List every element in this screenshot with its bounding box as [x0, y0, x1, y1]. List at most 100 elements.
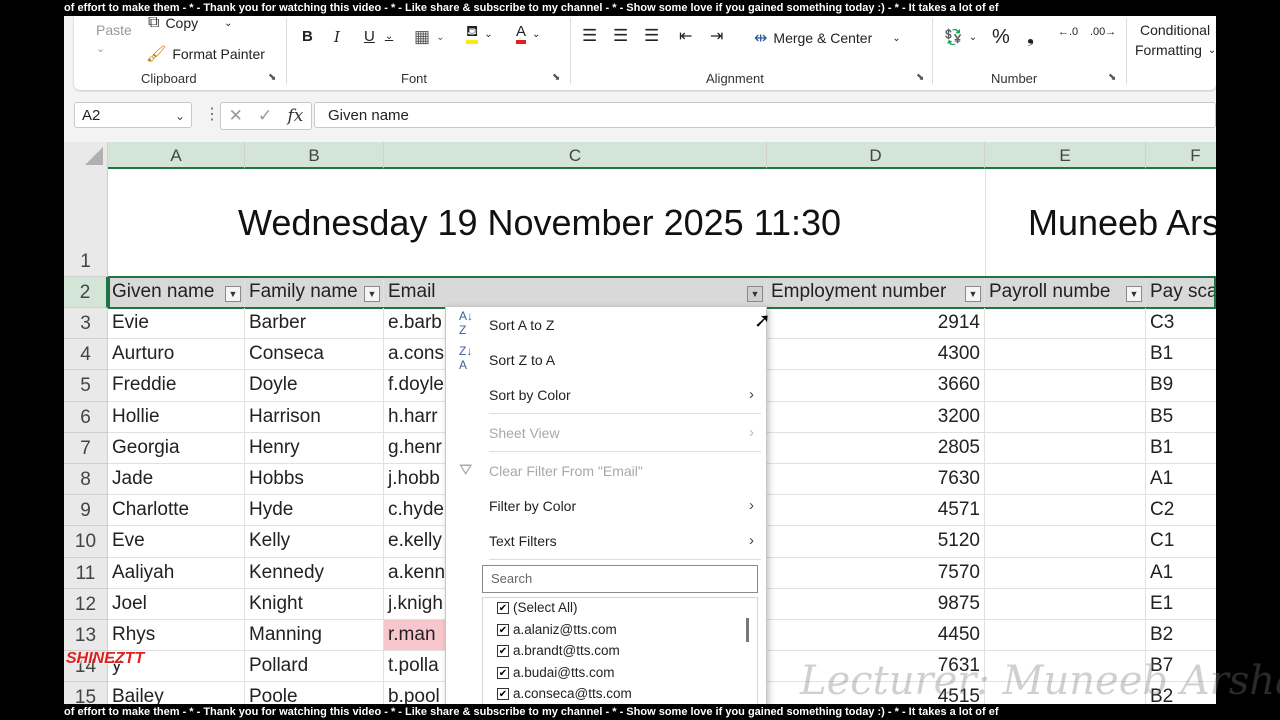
employment-number-cell[interactable]: 3660	[767, 370, 985, 402]
family-name-cell[interactable]: Kennedy	[245, 557, 384, 589]
align-center-button[interactable]: ☰	[613, 26, 628, 46]
underline-button[interactable]: U ⌄	[364, 28, 393, 45]
family-name-cell[interactable]: Conseca	[245, 339, 384, 371]
row-header[interactable]: 10	[64, 526, 108, 558]
family-name-cell[interactable]: Harrison	[245, 401, 384, 433]
paste-chevron-icon[interactable]: ⌄	[96, 42, 105, 55]
given-name-cell[interactable]: Georgia	[108, 432, 245, 464]
filter-dropdown-icon[interactable]: ▼	[364, 286, 380, 302]
employment-number-cell[interactable]: 9875	[767, 588, 985, 620]
column-header-b[interactable]: B	[245, 142, 384, 169]
column-header-c[interactable]: C	[384, 142, 767, 169]
pay-scale-cell[interactable]: C3	[1146, 308, 1216, 340]
conditional-formatting-label2[interactable]: Formatting ⌄	[1135, 42, 1216, 58]
number-launcher-icon[interactable]: ⬊	[1108, 72, 1116, 83]
payroll-number-cell[interactable]	[985, 588, 1146, 620]
employment-number-cell[interactable]: 4450	[767, 620, 985, 652]
given-name-cell[interactable]: Charlotte	[108, 495, 245, 527]
borders-button[interactable]: ▦ ⌄	[414, 27, 444, 47]
pay-scale-cell[interactable]: B5	[1146, 402, 1216, 433]
payroll-number-cell[interactable]	[985, 370, 1146, 402]
header-email[interactable]: Email	[384, 277, 767, 308]
filter-dropdown-icon[interactable]: ▼	[1126, 286, 1142, 302]
align-left-button[interactable]: ☰	[582, 26, 597, 46]
list-item[interactable]: ✔ a.budai@tts.com	[497, 663, 615, 683]
given-name-cell[interactable]: Aurturo	[108, 339, 245, 371]
pay-scale-cell[interactable]: B2	[1146, 620, 1216, 652]
employment-number-cell[interactable]: 7630	[767, 464, 985, 496]
payroll-number-cell[interactable]	[985, 557, 1146, 589]
column-header-f[interactable]: F	[1146, 142, 1216, 169]
pay-scale-cell[interactable]: C2	[1146, 495, 1216, 527]
column-header-e[interactable]: E	[985, 142, 1146, 169]
row-header[interactable]: 15	[64, 682, 108, 704]
pay-scale-cell[interactable]: A1	[1146, 558, 1216, 589]
merge-center-button[interactable]: ⇹ Merge & Center ⌄	[754, 28, 901, 48]
italic-button[interactable]: I	[334, 28, 340, 46]
header-employment-number[interactable]: Employment number	[767, 277, 985, 308]
checkbox-checked-icon[interactable]: ✔	[497, 667, 509, 679]
given-name-cell[interactable]: Evie	[108, 308, 245, 340]
pay-scale-cell[interactable]: B1	[1146, 339, 1216, 371]
pay-scale-cell[interactable]: B1	[1146, 433, 1216, 464]
row-header-2[interactable]: 2	[64, 277, 108, 308]
fill-color-button[interactable]: ⛾ ⌄	[466, 24, 493, 44]
row-header[interactable]: 6	[64, 401, 108, 433]
row-header[interactable]: 4	[64, 339, 108, 371]
pay-scale-cell[interactable]: A1	[1146, 464, 1216, 496]
bold-button[interactable]: B	[302, 28, 313, 45]
decrease-indent-button[interactable]: ⇤	[679, 26, 692, 46]
name-box[interactable]: A2 ⌄	[74, 102, 192, 128]
family-name-cell[interactable]: Henry	[245, 432, 384, 464]
conditional-formatting-button[interactable]: Conditional	[1140, 22, 1210, 38]
row-header[interactable]: 3	[64, 308, 108, 340]
employment-number-cell[interactable]: 3200	[767, 401, 985, 433]
family-name-cell[interactable]: Hyde	[245, 495, 384, 527]
employment-number-cell[interactable]: 4571	[767, 495, 985, 527]
increase-indent-button[interactable]: ⇥	[710, 26, 723, 46]
checkbox-checked-icon[interactable]: ✔	[497, 688, 509, 700]
payroll-number-cell[interactable]	[985, 401, 1146, 433]
filter-dropdown-icon[interactable]: ▼	[965, 286, 981, 302]
pay-scale-cell[interactable]: E1	[1146, 589, 1216, 620]
employment-number-cell[interactable]: 2805	[767, 432, 985, 464]
formula-input[interactable]: Given name	[314, 102, 1216, 128]
copy-button[interactable]: ⧉ Copy ⌄	[148, 16, 233, 32]
font-launcher-icon[interactable]: ⬊	[552, 72, 560, 83]
header-payroll-number[interactable]: Payroll numbe	[985, 277, 1146, 308]
employment-number-cell[interactable]: 5120	[767, 526, 985, 558]
comma-style-button[interactable]: ❟	[1027, 26, 1034, 47]
given-name-cell[interactable]: Joel	[108, 588, 245, 620]
paste-button[interactable]: Paste	[96, 22, 132, 38]
given-name-cell[interactable]: Jade	[108, 464, 245, 496]
row-header[interactable]: 11	[64, 557, 108, 589]
row-header[interactable]: 8	[64, 464, 108, 496]
decrease-decimal-button[interactable]: .00→	[1090, 26, 1116, 38]
employment-number-cell[interactable]: 2914	[767, 308, 985, 340]
family-name-cell[interactable]: Manning	[245, 620, 384, 652]
row-header[interactable]: 5	[64, 370, 108, 402]
format-painter-button[interactable]: 🖌 Format Painter	[146, 44, 265, 64]
row-header-1[interactable]: 1	[64, 169, 108, 277]
pay-scale-cell[interactable]: B9	[1146, 370, 1216, 402]
text-filters-item[interactable]: Text Filters ›	[446, 525, 764, 557]
filter-dropdown-icon[interactable]: ▼	[225, 286, 241, 302]
checkbox-checked-icon[interactable]: ✔	[497, 624, 509, 636]
insert-function-icon[interactable]: fx	[288, 106, 304, 126]
family-name-cell[interactable]: Kelly	[245, 526, 384, 558]
filter-by-color-item[interactable]: Filter by Color ›	[446, 490, 764, 522]
payroll-number-cell[interactable]	[985, 464, 1146, 496]
employment-number-cell[interactable]: 7570	[767, 557, 985, 589]
more-options-icon[interactable]: ⋮	[204, 104, 220, 124]
payroll-number-cell[interactable]	[985, 432, 1146, 464]
enter-icon[interactable]: ✓	[258, 106, 272, 126]
sort-by-color-item[interactable]: Sort by Color ›	[446, 379, 764, 411]
align-right-button[interactable]: ☰	[644, 26, 659, 46]
family-name-cell[interactable]: Hobbs	[245, 464, 384, 496]
filter-search-input[interactable]: Search	[482, 565, 758, 593]
given-name-cell[interactable]: Hollie	[108, 401, 245, 433]
family-name-cell[interactable]: Pollard	[245, 651, 384, 683]
increase-decimal-button[interactable]: ←.0	[1058, 26, 1078, 38]
filter-value-list[interactable]: ✔ (Select All) ✔ a.alaniz@tts.com ✔ a.brand…	[482, 597, 758, 704]
given-name-cell[interactable]: Rhys	[108, 620, 245, 652]
